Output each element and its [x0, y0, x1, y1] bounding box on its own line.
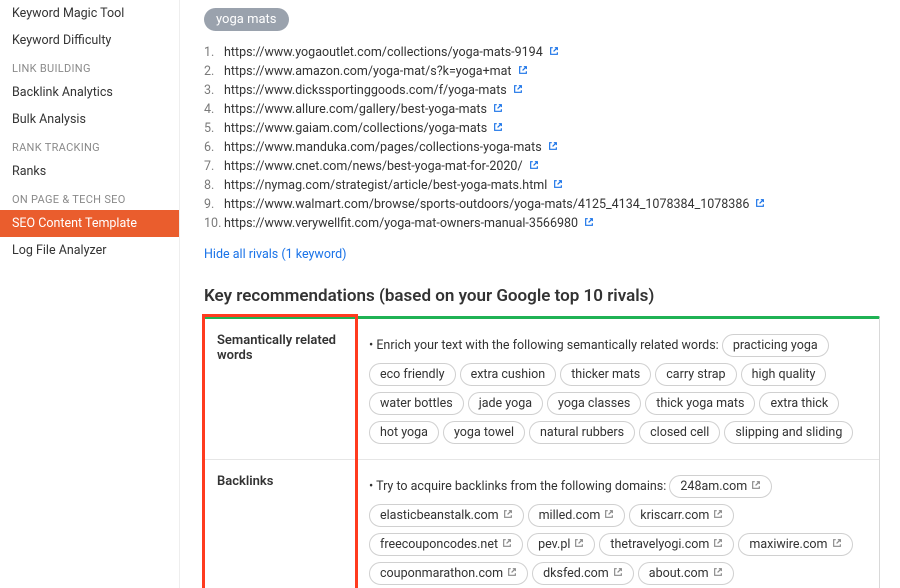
top-rivals-list: https://www.yogaoutlet.com/collections/y… [204, 43, 880, 233]
external-link-icon[interactable] [574, 537, 584, 552]
rec-label-semantic: Semantically related words [205, 319, 355, 459]
pill[interactable]: carry strap [655, 363, 736, 386]
rival-link[interactable]: https://www.yogaoutlet.com/collections/y… [224, 45, 543, 60]
external-link-icon[interactable] [502, 537, 512, 552]
sidebar-item[interactable]: Bulk Analysis [0, 106, 179, 133]
hide-rivals-link[interactable]: Hide all rivals (1 keyword) [204, 247, 346, 262]
pill[interactable]: dksfed.com [532, 562, 634, 585]
rival-link[interactable]: https://www.amazon.com/yoga-mat/s?k=yoga… [224, 64, 512, 79]
rival-link[interactable]: https://www.gaiam.com/collections/yoga-m… [224, 121, 487, 136]
pill[interactable]: eco friendly [369, 363, 456, 386]
external-link-icon[interactable] [713, 566, 723, 581]
external-link-icon[interactable] [493, 121, 503, 136]
keyword-chip[interactable]: yoga mats [204, 8, 289, 31]
rival-result: https://www.gaiam.com/collections/yoga-m… [204, 119, 880, 138]
pill[interactable]: thick yoga mats [645, 392, 755, 415]
external-link-icon[interactable] [613, 566, 623, 581]
external-link-icon[interactable] [755, 197, 765, 212]
recommendations-box-wrap: Semantically related words Enrich your t… [204, 316, 880, 588]
pill[interactable]: high quality [741, 363, 827, 386]
pill[interactable]: hot yoga [369, 421, 439, 444]
external-link-icon[interactable] [751, 479, 761, 494]
pill[interactable]: water bottles [369, 392, 464, 415]
sidebar-item[interactable]: Log File Analyzer [0, 237, 179, 264]
pill[interactable]: elasticbeanstalk.com [369, 504, 524, 527]
sidebar-item[interactable]: Keyword Difficulty [0, 27, 179, 54]
rival-result: https://www.allure.com/gallery/best-yoga… [204, 100, 880, 119]
external-link-icon[interactable] [507, 566, 517, 581]
sidebar-item[interactable]: SEO Content Template [0, 210, 179, 237]
pill[interactable]: thicker mats [560, 363, 651, 386]
sidebar-item[interactable]: Keyword Magic Tool [0, 0, 179, 27]
rec-lead-backlinks: Try to acquire backlinks from the follow… [369, 479, 666, 494]
rival-link[interactable]: https://www.dickssportinggoods.com/f/yog… [224, 83, 507, 98]
rival-result: https://nymag.com/strategist/article/bes… [204, 176, 880, 195]
rec-lead-semantic: Enrich your text with the following sema… [369, 338, 719, 353]
pill[interactable]: milled.com [528, 504, 626, 527]
rival-result: https://www.dickssportinggoods.com/f/yog… [204, 81, 880, 100]
main-content: yoga mats https://www.yogaoutlet.com/col… [180, 0, 900, 588]
rival-result: https://www.walmart.com/browse/sports-ou… [204, 195, 880, 214]
pill[interactable]: maxiwire.com [738, 533, 852, 556]
pill[interactable]: 248am.com [669, 475, 772, 498]
rival-link[interactable]: https://nymag.com/strategist/article/bes… [224, 178, 547, 193]
external-link-icon[interactable] [513, 83, 523, 98]
pill[interactable]: freecouponcodes.net [369, 533, 523, 556]
external-link-icon[interactable] [713, 537, 723, 552]
pill[interactable]: about.com [638, 562, 734, 585]
pill[interactable]: natural rubbers [529, 421, 635, 444]
sidebar-item[interactable]: Backlink Analytics [0, 79, 179, 106]
sidebar-group-title: LINK BUILDING [0, 54, 179, 79]
rec-label-backlinks: Backlinks [205, 460, 355, 588]
rival-result: https://www.cnet.com/news/best-yoga-mat-… [204, 157, 880, 176]
rival-link[interactable]: https://www.cnet.com/news/best-yoga-mat-… [224, 159, 523, 174]
external-link-icon[interactable] [493, 102, 503, 117]
pill[interactable]: jade yoga [468, 392, 543, 415]
rival-result: https://www.yogaoutlet.com/collections/y… [204, 43, 880, 62]
external-link-icon[interactable] [604, 508, 614, 523]
rival-result: https://www.amazon.com/yoga-mat/s?k=yoga… [204, 62, 880, 81]
external-link-icon[interactable] [548, 140, 558, 155]
recommendations-box: Semantically related words Enrich your t… [204, 316, 880, 588]
pill[interactable]: couponmarathon.com [369, 562, 528, 585]
external-link-icon[interactable] [713, 508, 723, 523]
key-recommendations-heading: Key recommendations (based on your Googl… [204, 286, 880, 306]
rival-link[interactable]: https://www.verywellfit.com/yoga-mat-own… [224, 216, 578, 231]
external-link-icon[interactable] [529, 159, 539, 174]
pill[interactable]: extra cushion [460, 363, 557, 386]
rival-link[interactable]: https://www.manduka.com/pages/collection… [224, 140, 542, 155]
pill[interactable]: yoga towel [443, 421, 525, 444]
rec-row-backlinks: Backlinks Try to acquire backlinks from … [205, 459, 879, 588]
pill[interactable]: pev.pl [527, 533, 595, 556]
rival-result: https://www.verywellfit.com/yoga-mat-own… [204, 214, 880, 233]
pill[interactable]: practicing yoga [722, 334, 829, 357]
external-link-icon[interactable] [518, 64, 528, 79]
pill[interactable]: slipping and sliding [724, 421, 853, 444]
external-link-icon[interactable] [549, 45, 559, 60]
sidebar-group-title: ON PAGE & TECH SEO [0, 185, 179, 210]
rec-row-semantic: Semantically related words Enrich your t… [205, 319, 879, 459]
pill[interactable]: extra thick [759, 392, 839, 415]
pill[interactable]: yoga classes [547, 392, 641, 415]
rival-result: https://www.manduka.com/pages/collection… [204, 138, 880, 157]
rec-body-backlinks: Try to acquire backlinks from the follow… [355, 460, 879, 588]
sidebar-group-title: RANK TRACKING [0, 133, 179, 158]
external-link-icon[interactable] [553, 178, 563, 193]
sidebar-item[interactable]: Ranks [0, 158, 179, 185]
pill[interactable]: kriscarr.com [629, 504, 734, 527]
pill[interactable]: thetravelyogi.com [599, 533, 734, 556]
sidebar: Keyword Magic ToolKeyword DifficultyLINK… [0, 0, 180, 588]
rival-link[interactable]: https://www.allure.com/gallery/best-yoga… [224, 102, 487, 117]
external-link-icon[interactable] [503, 508, 513, 523]
external-link-icon[interactable] [832, 537, 842, 552]
pill[interactable]: closed cell [639, 421, 720, 444]
rival-link[interactable]: https://www.walmart.com/browse/sports-ou… [224, 197, 749, 212]
external-link-icon[interactable] [584, 216, 594, 231]
rec-body-semantic: Enrich your text with the following sema… [355, 319, 879, 459]
